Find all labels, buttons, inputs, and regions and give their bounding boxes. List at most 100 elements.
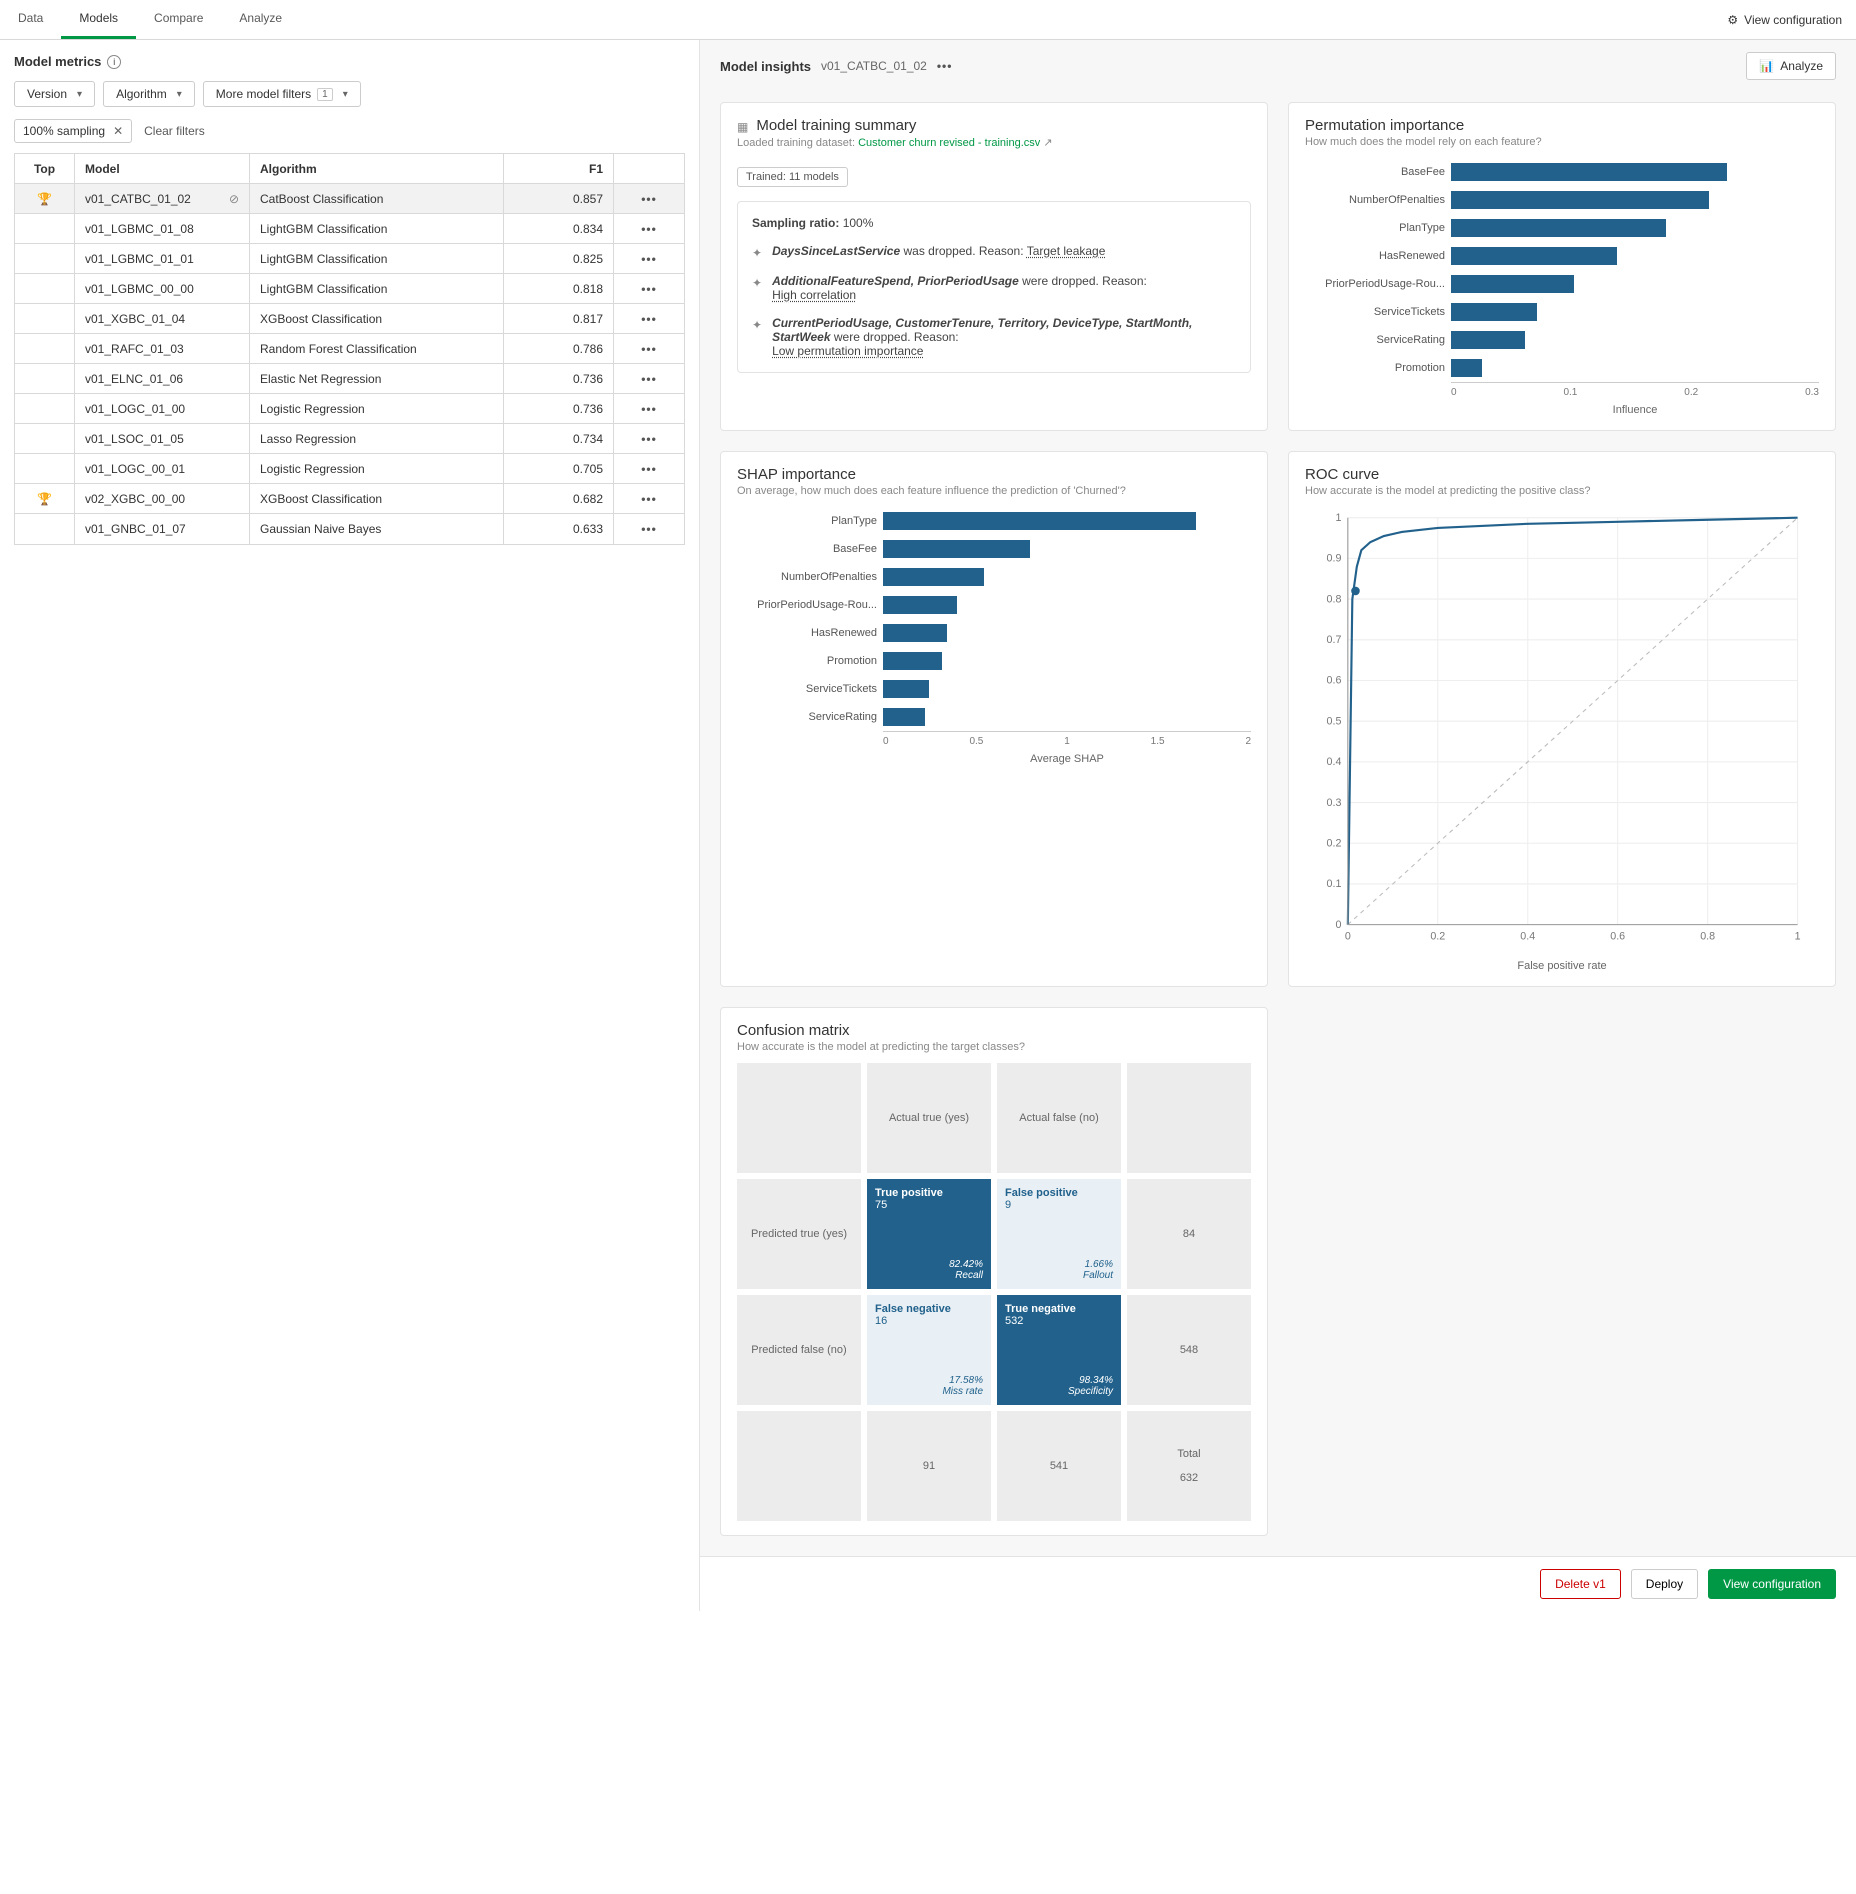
svg-text:0.3: 0.3 [1327,797,1342,809]
svg-text:0: 0 [1335,919,1341,931]
bar-fill [1451,219,1666,237]
row-menu[interactable]: ••• [641,192,657,206]
table-row[interactable]: v01_LGBMC_01_08LightGBM Classification0.… [15,214,684,244]
col-f1[interactable]: F1 [504,154,614,183]
cm-header: Actual false (no) [997,1063,1121,1173]
permutation-chart: BaseFeeNumberOfPenaltiesPlanTypeHasRenew… [1305,158,1819,382]
close-icon[interactable]: ✕ [113,124,123,138]
card-title: Confusion matrix [737,1022,1251,1039]
shap-chart: PlanTypeBaseFeeNumberOfPenaltiesPriorPer… [737,507,1251,731]
tab-compare[interactable]: Compare [136,0,221,39]
cm-row-header: Predicted true (yes) [737,1179,861,1289]
model-metrics-panel: Model metrics i Version Algorithm More m… [0,40,700,1611]
row-menu[interactable]: ••• [641,252,657,266]
col-top[interactable]: Top [15,154,75,183]
bar-label: HasRenewed [737,627,877,639]
version-filter[interactable]: Version [14,81,95,107]
f1-value: 0.736 [504,394,614,423]
card-subtitle: On average, how much does each feature i… [737,485,1251,497]
row-menu[interactable]: ••• [641,312,657,326]
external-icon[interactable]: ↗ [1043,137,1052,149]
table-row[interactable]: v01_LSOC_01_05Lasso Regression0.734••• [15,424,684,454]
row-menu[interactable]: ••• [641,522,657,536]
tab-models[interactable]: Models [61,0,136,39]
cm-tn: True negative532 98.34%Specificity [997,1295,1121,1405]
nav-tabs: DataModelsCompareAnalyze [0,0,300,39]
bar-label: PlanType [1305,222,1445,234]
bar-row: BaseFee [1305,158,1819,186]
f1-value: 0.633 [504,514,614,544]
bar-fill [1451,359,1482,377]
table-row[interactable]: v01_ELNC_01_06Elastic Net Regression0.73… [15,364,684,394]
table-row[interactable]: v01_XGBC_01_04XGBoost Classification0.81… [15,304,684,334]
row-menu[interactable]: ••• [641,402,657,416]
row-menu[interactable]: ••• [641,282,657,296]
cm-total: 541 [997,1411,1121,1521]
cm-total: 548 [1127,1295,1251,1405]
svg-text:0.8: 0.8 [1327,593,1342,605]
bar-label: Promotion [1305,362,1445,374]
f1-value: 0.734 [504,424,614,453]
algorithm-name: XGBoost Classification [250,484,504,513]
bar-fill [883,708,925,726]
card-subtitle: How accurate is the model at predicting … [1305,485,1819,497]
table-row[interactable]: v01_LGBMC_00_00LightGBM Classification0.… [15,274,684,304]
insights-menu[interactable]: ••• [937,59,953,73]
algorithm-filter[interactable]: Algorithm [103,81,195,107]
clear-filters-link[interactable]: Clear filters [144,124,205,138]
row-menu[interactable]: ••• [641,462,657,476]
table-row[interactable]: v01_LOGC_01_00Logistic Regression0.736••… [15,394,684,424]
bar-row: ServiceTickets [1305,298,1819,326]
cm-fp: False positive9 1.66%Fallout [997,1179,1121,1289]
filter-count-badge: 1 [317,88,333,101]
row-menu[interactable]: ••• [641,432,657,446]
model-name: v01_LGBMC_01_01 [75,244,250,273]
panel-title: Model metrics i [14,54,685,69]
row-menu[interactable]: ••• [641,372,657,386]
bar-fill [1451,191,1709,209]
sampling-chip[interactable]: 100% sampling ✕ [14,119,132,143]
model-name: v01_GNBC_01_07 [75,514,250,544]
table-row[interactable]: v01_RAFC_01_03Random Forest Classificati… [15,334,684,364]
model-name: v01_CATBC_01_02 ⊘ [75,184,250,213]
view-config-link[interactable]: ⚙ View configuration [1727,0,1856,39]
bar-row: ServiceRating [737,703,1251,731]
row-menu[interactable]: ••• [641,342,657,356]
view-config-button[interactable]: View configuration [1708,1569,1836,1599]
row-menu[interactable]: ••• [641,492,657,506]
table-row[interactable]: 🏆v02_XGBC_00_00XGBoost Classification0.6… [15,484,684,514]
f1-value: 0.857 [504,184,614,213]
permutation-card: Permutation importance How much does the… [1288,102,1836,431]
dataset-row: Loaded training dataset: Customer churn … [737,136,1251,149]
table-row[interactable]: v01_GNBC_01_07Gaussian Naive Bayes0.633•… [15,514,684,544]
svg-text:0.8: 0.8 [1700,931,1715,943]
sparkle-icon: ✦ [752,276,762,290]
bar-row: HasRenewed [1305,242,1819,270]
svg-text:0.1: 0.1 [1327,878,1342,890]
insights-title: Model insights [720,59,811,74]
f1-value: 0.817 [504,304,614,333]
table-row[interactable]: 🏆v01_CATBC_01_02 ⊘CatBoost Classificatio… [15,184,684,214]
bar-fill [1451,303,1537,321]
model-name: v01_XGBC_01_04 [75,304,250,333]
col-model[interactable]: Model [75,154,250,183]
model-name: v01_LOGC_01_00 [75,394,250,423]
tab-analyze[interactable]: Analyze [221,0,300,39]
axis-label: False positive rate [1305,960,1819,972]
summary-box: Sampling ratio: 100% ✦ DaysSinceLastServ… [737,201,1251,373]
algorithm-name: LightGBM Classification [250,214,504,243]
bar-label: PlanType [737,515,877,527]
bar-label: NumberOfPenalties [737,571,877,583]
deploy-button[interactable]: Deploy [1631,1569,1698,1599]
dataset-link[interactable]: Customer churn revised - training.csv [858,137,1040,149]
row-menu[interactable]: ••• [641,222,657,236]
table-row[interactable]: v01_LGBMC_01_01LightGBM Classification0.… [15,244,684,274]
more-filters[interactable]: More model filters 1 [203,81,361,107]
table-row[interactable]: v01_LOGC_00_01Logistic Regression0.705••… [15,454,684,484]
tab-data[interactable]: Data [0,0,61,39]
delete-button[interactable]: Delete v1 [1540,1569,1621,1599]
cm-row-header: Predicted false (no) [737,1295,861,1405]
analyze-button[interactable]: 📊 Analyze [1746,52,1836,80]
col-algorithm[interactable]: Algorithm [250,154,504,183]
info-icon[interactable]: i [107,55,121,69]
